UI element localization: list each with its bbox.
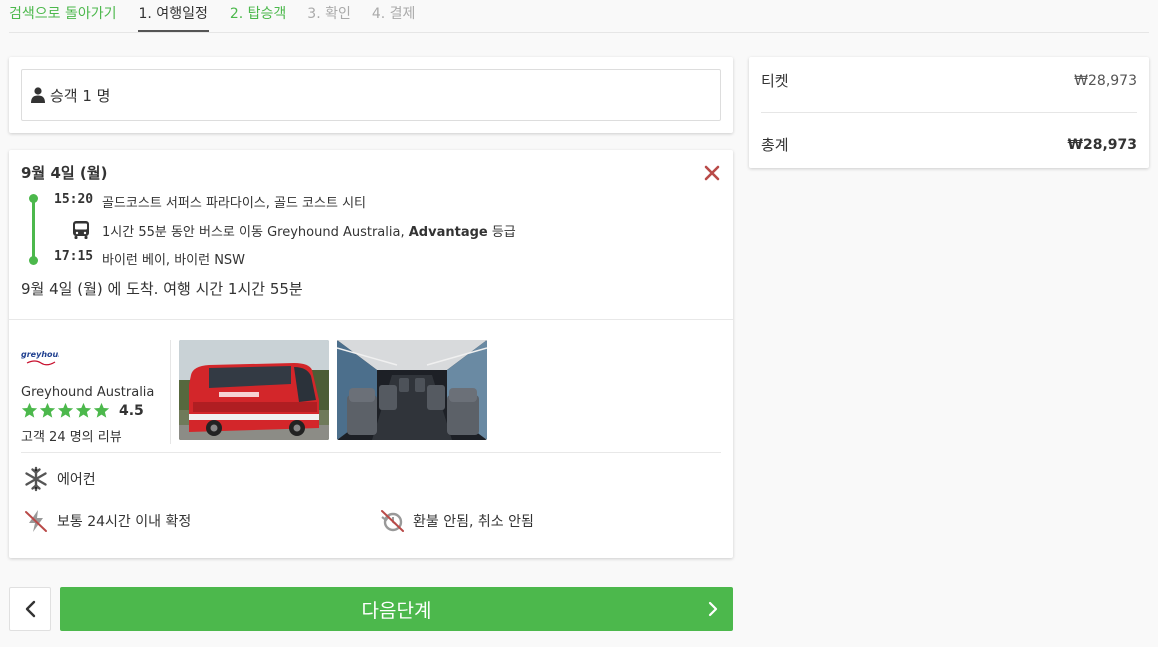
star-icon	[21, 402, 38, 418]
timeline-end-dot	[29, 256, 38, 265]
bus-icon	[73, 221, 89, 239]
feature-label: 환불 안됨, 취소 안됨	[413, 514, 534, 530]
feature-label: 에어컨	[57, 472, 96, 488]
close-icon[interactable]	[703, 164, 721, 182]
depart-place: 골드코스트 서퍼스 파라다이스, 골드 코스트 시티	[102, 196, 366, 211]
ride-class: Advantage	[408, 225, 488, 240]
passenger-selector[interactable]: 승객 1 명	[21, 69, 721, 121]
arrive-time: 17:15	[54, 249, 94, 264]
trip-card: 9월 4일 (월) 15:20 골드코스트 서퍼스 파라다이스, 골드 코스트 …	[9, 150, 733, 558]
bus-exterior-photo[interactable]	[179, 340, 329, 440]
operator-name: Greyhound Australia	[21, 385, 155, 400]
ticket-price-row: 티켓 ₩28,973	[761, 70, 1137, 91]
rating-stars: 4.5	[21, 402, 144, 419]
depart-time: 15:20	[54, 192, 94, 207]
star-icon	[75, 402, 92, 418]
divider	[761, 112, 1137, 113]
rating-value: 4.5	[119, 402, 144, 419]
step-navigation: 검색으로 돌아가기 1. 여행일정 2. 탑승객 3. 확인 4. 결제	[9, 0, 1149, 33]
total-price-row: 총계 ₩28,973	[761, 134, 1137, 155]
step-confirm: 3. 확인	[307, 6, 351, 22]
star-icon	[39, 402, 56, 418]
review-count[interactable]: 고객 24 명의 리뷰	[21, 426, 122, 445]
star-icon	[57, 402, 74, 418]
ride-description: 1시간 55분 동안 버스로 이동 Greyhound Australia, A…	[102, 221, 516, 240]
price-summary-card: 티켓 ₩28,973 총계 ₩28,973	[749, 57, 1149, 168]
trip-date: 9월 4일 (월)	[21, 164, 108, 182]
divider	[21, 452, 721, 453]
operator-info: greyhound Greyhound Australia 4.5 고객 24 …	[21, 340, 171, 445]
step-passengers[interactable]: 2. 탑승객	[230, 0, 286, 32]
timeline-start-dot	[29, 194, 38, 203]
no-refund-icon	[381, 510, 404, 532]
star-icon	[93, 402, 110, 418]
logo-text: greyhound	[21, 350, 59, 359]
back-to-search-link[interactable]: 검색으로 돌아가기	[9, 0, 117, 32]
feature-air-conditioning: 에어컨	[23, 466, 96, 492]
snowflake-icon	[25, 466, 47, 492]
chevron-left-icon	[25, 600, 36, 618]
greyhound-logo: greyhound	[21, 350, 59, 366]
previous-step-button[interactable]	[9, 587, 51, 631]
ride-suffix: 등급	[487, 225, 516, 240]
step-payment: 4. 결제	[371, 6, 416, 22]
ride-prefix: 1시간 55분 동안 버스로 이동 Greyhound Australia,	[102, 225, 409, 240]
divider	[9, 319, 733, 320]
passenger-count: 승객 1 명	[50, 86, 111, 105]
step-itinerary[interactable]: 1. 여행일정	[137, 0, 209, 32]
arrival-summary: 9월 4일 (월) 에 도착. 여행 시간 1시간 55분	[21, 280, 303, 298]
arrive-place: 바이런 베이, 바이런 NSW	[102, 253, 246, 268]
timeline-line	[32, 198, 35, 260]
ticket-label: 티켓	[761, 72, 789, 90]
chevron-right-icon	[708, 601, 718, 617]
total-value: ₩28,973	[1067, 136, 1137, 153]
bus-interior-photo[interactable]	[337, 340, 487, 440]
total-label: 총계	[761, 136, 789, 154]
next-step-label: 다음단계	[361, 599, 432, 622]
feature-refund-policy: 환불 안됨, 취소 안됨	[379, 508, 534, 534]
ticket-value: ₩28,973	[1074, 72, 1137, 89]
next-step-button[interactable]: 다음단계	[60, 587, 733, 631]
feature-label: 보통 24시간 이내 확정	[57, 514, 192, 530]
instant-confirm-off-icon	[25, 510, 47, 532]
feature-confirmation: 보통 24시간 이내 확정	[23, 508, 191, 534]
passenger-card: 승객 1 명	[9, 57, 733, 133]
person-icon	[31, 87, 45, 103]
